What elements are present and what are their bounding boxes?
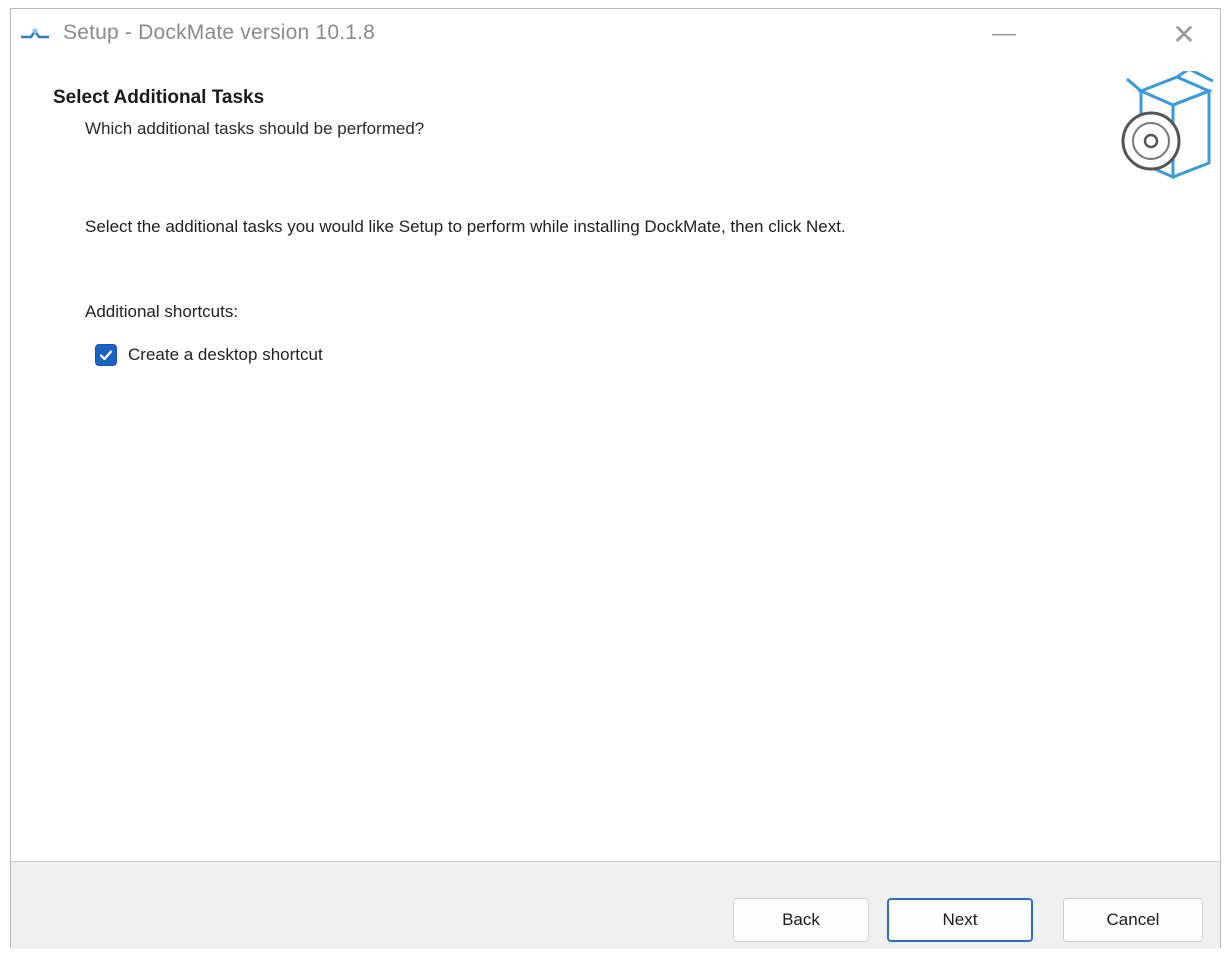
next-button[interactable]: Next: [887, 898, 1033, 942]
desktop-shortcut-checkbox[interactable]: [95, 344, 117, 366]
page-title: Select Additional Tasks: [53, 87, 265, 108]
task-desktop-shortcut[interactable]: Create a desktop shortcut: [95, 344, 323, 366]
close-button[interactable]: ✕: [1153, 9, 1215, 59]
minimize-icon: —: [992, 20, 1016, 47]
back-button[interactable]: Back: [733, 898, 869, 942]
setup-box-disc-icon: [1121, 71, 1213, 180]
page-subtitle: Which additional tasks should be perform…: [85, 119, 425, 138]
minimize-button[interactable]: —: [973, 9, 1035, 59]
title-bar[interactable]: Setup - DockMate version 10.1.8 — ✕: [11, 9, 1220, 59]
maximize-button[interactable]: [1041, 9, 1103, 59]
window-title: Setup - DockMate version 10.1.8: [63, 21, 376, 44]
instructions-text: Select the additional tasks you would li…: [85, 217, 846, 236]
desktop-shortcut-label: Create a desktop shortcut: [128, 345, 323, 364]
app-icon: [21, 28, 49, 39]
checkmark-icon: [99, 350, 113, 361]
shortcuts-group-label: Additional shortcuts:: [85, 302, 239, 321]
close-icon: ✕: [1172, 18, 1196, 50]
button-bar: Back Next Cancel: [11, 861, 1220, 949]
cancel-button[interactable]: Cancel: [1063, 898, 1203, 942]
setup-window: Setup - DockMate version 10.1.8 — ✕ Sele…: [10, 8, 1221, 949]
